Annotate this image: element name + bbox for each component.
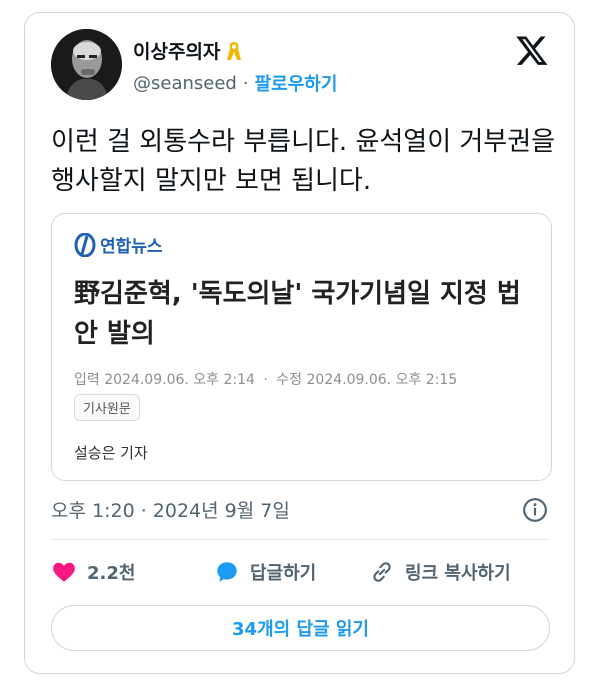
- separator-dot: ·: [242, 72, 249, 94]
- copy-link-button[interactable]: 링크 복사하기: [369, 559, 511, 585]
- article-headline[interactable]: 野김준혁, '독도의날' 국가기념일 지정 법안 발의: [74, 274, 534, 354]
- author-name-row: 이상주의자: [133, 37, 242, 64]
- news-source: 연합뉴스: [74, 232, 163, 257]
- input-label: 입력: [74, 372, 100, 388]
- avatar-portrait-icon: [51, 29, 122, 100]
- reporter-name: 설승은 기자: [74, 444, 148, 462]
- copy-link-label: 링크 복사하기: [405, 563, 511, 584]
- action-bar: 2.2천 답글하기 링크 복사하기: [51, 559, 550, 589]
- tweet-embed-card: 이상주의자 @seanseed · 팔로우하기 이런 걸 외통수라 부릅니다. …: [24, 12, 575, 674]
- reply-label: 답글하기: [250, 563, 317, 584]
- yonhap-logo-icon: [74, 232, 96, 257]
- original-article-button[interactable]: 기사원문: [74, 394, 140, 421]
- author-handle[interactable]: @seanseed: [133, 73, 237, 94]
- article-meta: 입력 2024.09.06. 오후 2:14 · 수정 2024.09.06. …: [74, 369, 457, 389]
- author-handle-row: @seanseed · 팔로우하기: [133, 70, 337, 96]
- tweet-timestamp[interactable]: 오후 1:20 · 2024년 9월 7일: [51, 496, 290, 523]
- x-logo-icon[interactable]: [515, 33, 549, 67]
- link-icon: [373, 562, 391, 582]
- divider: [51, 539, 550, 540]
- tweet-text: 이런 걸 외통수라 부릅니다. 윤석열이 거부권을 행사할지 말지만 보면 됩니…: [51, 127, 556, 196]
- info-icon[interactable]: [522, 497, 548, 523]
- read-replies-button[interactable]: 34개의 답글 읽기: [51, 605, 550, 651]
- speech-bubble-icon: [217, 562, 237, 582]
- input-time: 2024.09.06. 오후 2:14: [104, 372, 255, 388]
- meta-separator: ·: [263, 372, 268, 388]
- reply-button[interactable]: 답글하기: [214, 559, 316, 585]
- follow-button[interactable]: 팔로우하기: [255, 70, 338, 96]
- edit-time: 2024.09.06. 오후 2:15: [306, 372, 458, 388]
- like-count: 2.2천: [87, 563, 136, 584]
- like-button[interactable]: 2.2천: [51, 559, 135, 585]
- link-preview-card[interactable]: 연합뉴스 野김준혁, '독도의날' 국가기념일 지정 법안 발의 입력 2024…: [51, 213, 552, 481]
- yellow-ribbon-icon: [227, 41, 242, 60]
- avatar[interactable]: [51, 29, 122, 100]
- edit-label: 수정: [276, 372, 303, 388]
- news-source-label: 연합뉴스: [100, 237, 163, 257]
- heart-icon: [53, 562, 75, 582]
- author-display-name[interactable]: 이상주의자: [133, 37, 220, 64]
